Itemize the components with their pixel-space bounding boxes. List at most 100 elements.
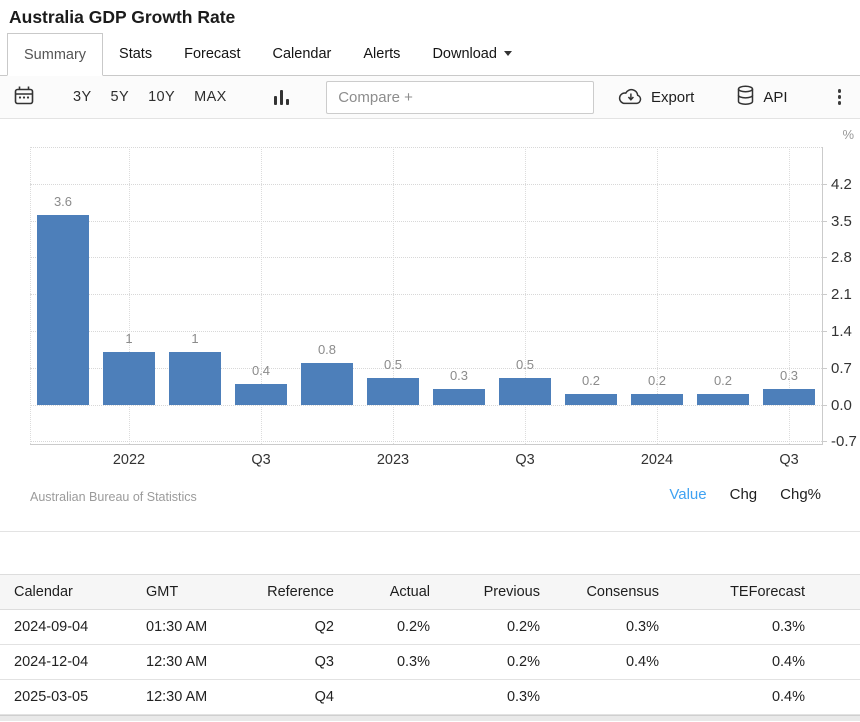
tab-stats[interactable]: Stats	[103, 32, 168, 75]
table-header-cell: TEForecast	[667, 575, 860, 610]
bar-value-label: 1	[162, 331, 228, 346]
table-cell: 0.3%	[667, 610, 860, 645]
table-cell: 0.4%	[667, 680, 860, 715]
y-axis-label: -0.7	[831, 433, 860, 450]
cloud-download-icon	[618, 87, 643, 108]
table-cell: 0.2%	[438, 645, 548, 680]
y-tick-mark	[822, 331, 827, 332]
table-cell: 2025-03-05	[0, 680, 138, 715]
gridline	[30, 257, 822, 258]
mode-value-button[interactable]: Value	[669, 486, 706, 503]
bar	[103, 352, 155, 405]
chart-panel: % 3.6110.40.80.50.30.50.20.20.20.3 4.23.…	[0, 119, 860, 532]
gridline	[30, 221, 822, 222]
tab-calendar[interactable]: Calendar	[257, 32, 348, 75]
chart-mode-switch: Value Chg Chg%	[669, 486, 821, 503]
page-title: Australia GDP Growth Rate	[9, 7, 851, 28]
title-bar: Australia GDP Growth Rate	[0, 0, 860, 32]
bar-chart-icon	[274, 90, 290, 105]
compare-input[interactable]	[326, 81, 594, 114]
table-cell: 2024-09-04	[0, 610, 138, 645]
gridline	[30, 147, 31, 444]
table-header-cell: Consensus	[548, 575, 667, 610]
api-button[interactable]: API	[736, 85, 787, 109]
bar-value-label: 0.2	[690, 373, 756, 388]
y-tick-mark	[822, 368, 827, 369]
tab-label: Summary	[24, 47, 86, 63]
y-tick-mark	[822, 294, 827, 295]
tab-alerts[interactable]: Alerts	[347, 32, 416, 75]
y-axis-label: 0.0	[831, 397, 860, 414]
bar	[631, 394, 683, 405]
export-label: Export	[651, 89, 694, 106]
tab-summary[interactable]: Summary	[7, 33, 103, 76]
export-button[interactable]: Export	[618, 87, 694, 108]
y-axis-label: 2.8	[831, 249, 860, 266]
table-cell: Q4	[238, 680, 342, 715]
chevron-down-icon	[504, 51, 512, 56]
table-cell: 0.2%	[342, 610, 438, 645]
bar	[499, 378, 551, 404]
calendar-table: CalendarGMTReferenceActualPreviousConsen…	[0, 574, 860, 715]
mode-chg-button[interactable]: Chg	[730, 486, 758, 503]
table-cell: 0.3%	[342, 645, 438, 680]
tab-label: Forecast	[184, 46, 240, 62]
table-cell	[548, 680, 667, 715]
chart-type-button[interactable]	[274, 90, 290, 105]
tab-label: Calendar	[273, 46, 332, 62]
toolbar: 3Y 5Y 10Y MAX Export API	[0, 76, 860, 119]
tab-label: Alerts	[363, 46, 400, 62]
y-tick-mark	[822, 257, 827, 258]
y-axis-label: 4.2	[831, 176, 860, 193]
gridline	[30, 294, 822, 295]
table-cell: 0.3%	[548, 610, 667, 645]
bar-value-label: 1	[96, 331, 162, 346]
x-axis-label: 2024	[617, 452, 697, 468]
mode-chgpct-button[interactable]: Chg%	[780, 486, 821, 503]
x-axis-line	[30, 444, 823, 445]
bar	[367, 378, 419, 404]
range-selector: 3Y 5Y 10Y MAX	[73, 88, 246, 106]
range-10y-button[interactable]: 10Y	[148, 89, 175, 105]
range-5y-button[interactable]: 5Y	[111, 89, 130, 105]
bar	[763, 389, 815, 405]
more-options-button[interactable]	[832, 87, 848, 107]
table-row: 2024-12-0412:30 AMQ30.3%0.2%0.4%0.4%	[0, 645, 860, 680]
x-axis-label: Q3	[485, 452, 565, 468]
table-header-row: CalendarGMTReferenceActualPreviousConsen…	[0, 575, 860, 610]
table-cell: Q3	[238, 645, 342, 680]
range-3y-button[interactable]: 3Y	[73, 89, 92, 105]
tab-bar: Summary Stats Forecast Calendar Alerts Downlo…	[0, 32, 860, 76]
y-tick-mark	[822, 221, 827, 222]
table-header-cell: Actual	[342, 575, 438, 610]
bar	[697, 394, 749, 405]
database-icon	[736, 85, 755, 109]
bar	[433, 389, 485, 405]
kebab-menu-icon	[838, 89, 842, 105]
y-tick-mark	[822, 441, 827, 442]
range-max-button[interactable]: MAX	[194, 89, 227, 105]
x-axis-label: 2022	[89, 452, 169, 468]
table-cell: 12:30 AM	[138, 645, 238, 680]
y-tick-mark	[822, 184, 827, 185]
date-picker-button[interactable]	[13, 85, 35, 109]
y-axis-label: 3.5	[831, 213, 860, 230]
calendar-table-section: CalendarGMTReferenceActualPreviousConsen…	[0, 574, 860, 715]
table-cell: 0.4%	[667, 645, 860, 680]
table-cell	[342, 680, 438, 715]
table-header-cell: Previous	[438, 575, 548, 610]
chart-source: Australian Bureau of Statistics	[30, 490, 197, 504]
api-label: API	[763, 89, 787, 106]
bar-value-label: 0.5	[360, 357, 426, 372]
gridline	[30, 184, 822, 185]
bar-value-label: 0.3	[756, 368, 822, 383]
bar-value-label: 3.6	[30, 194, 96, 209]
tab-download[interactable]: Download	[416, 32, 528, 75]
y-axis-label: 1.4	[831, 323, 860, 340]
bar-value-label: 0.3	[426, 368, 492, 383]
table-cell: 0.3%	[438, 680, 548, 715]
tab-forecast[interactable]: Forecast	[168, 32, 256, 75]
table-row: 2025-03-0512:30 AMQ40.3%0.4%	[0, 680, 860, 715]
table-row: 2024-09-0401:30 AMQ20.2%0.2%0.3%0.3%	[0, 610, 860, 645]
bar-value-label: 0.2	[624, 373, 690, 388]
